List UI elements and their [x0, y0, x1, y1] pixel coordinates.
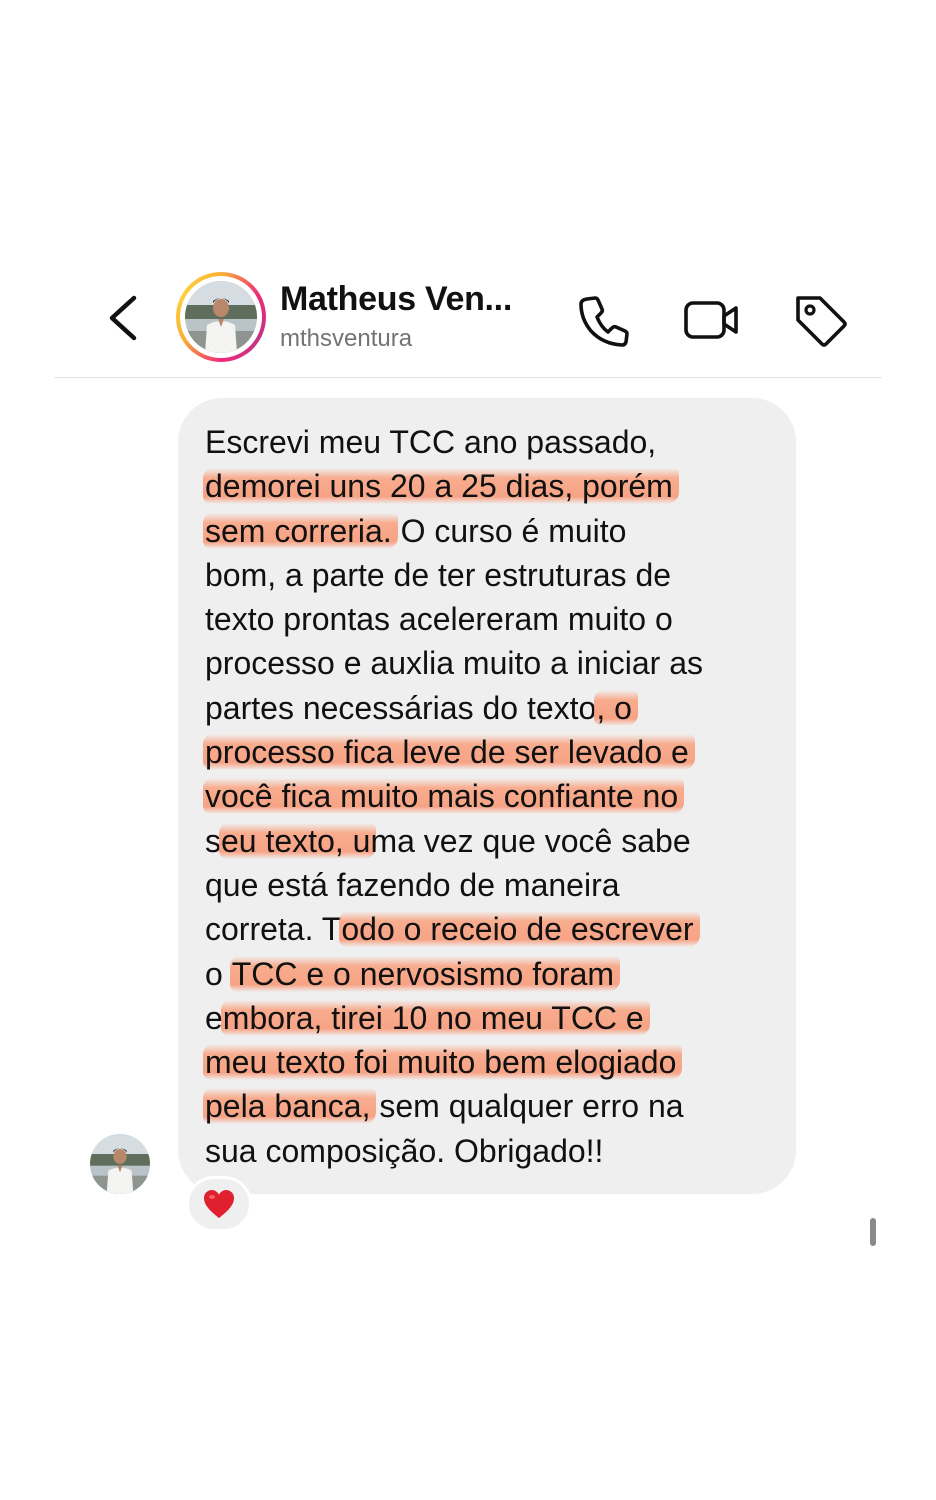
highlighted-text: demorei uns 20 a 25 dias, porém: [203, 468, 679, 505]
message-text-segment: o: [205, 955, 232, 992]
message-text-segment: sem qualquer erro na: [370, 1088, 684, 1125]
tag-icon: [796, 296, 847, 347]
message-line: seu texto, uma vez que você sabe: [205, 819, 776, 863]
message-line: sua composição. Obrigado!!: [205, 1129, 776, 1173]
voice-call-button[interactable]: [574, 290, 634, 350]
message-text-segment: bom, a parte de ter estruturas de: [205, 556, 672, 593]
highlighted-text: você fica muito mais confiante no: [203, 778, 685, 815]
message-text: Escrevi meu TCC ano passado, demorei uns …: [203, 420, 776, 1173]
profile-avatar[interactable]: [176, 272, 266, 362]
message-text-segment: Escrevi meu TCC ano passado,: [205, 424, 657, 460]
message-line: processo fica leve de ser levado e: [203, 730, 776, 774]
message-text-segment: O curso é muito: [391, 512, 627, 549]
highlighted-text: TCC e o nervosismo foram: [229, 955, 621, 992]
tag-button[interactable]: [790, 290, 850, 350]
contact-username: mthsventura: [280, 325, 413, 352]
back-button[interactable]: [102, 292, 146, 344]
highlighted-text: eu texto, u: [219, 822, 377, 859]
contact-display-name: Matheus Ven...: [280, 280, 512, 318]
phone-icon: [579, 296, 629, 347]
header-divider: [54, 377, 882, 378]
message-line: demorei uns 20 a 25 dias, porém: [203, 464, 776, 508]
message-line: pela banca, sem qualquer erro na: [203, 1084, 776, 1128]
message-reaction[interactable]: [186, 1176, 252, 1232]
message-line: partes necessárias do texto, o: [205, 686, 776, 730]
message-line: processo e auxlia muito a iniciar as: [205, 641, 776, 685]
message-text-segment: partes necessárias do texto: [205, 689, 597, 726]
sender-avatar[interactable]: [90, 1134, 150, 1194]
message-line: bom, a parte de ter estruturas de: [205, 553, 776, 597]
message-line: texto prontas acelereram muito o: [205, 597, 776, 641]
highlighted-text: sem correria.: [203, 512, 398, 549]
message-line: meu texto foi muito bem elogiado: [203, 1040, 776, 1084]
video-camera-icon: [684, 301, 738, 339]
highlighted-text: odo o receio de escrever: [339, 911, 700, 948]
highlighted-text: pela banca,: [203, 1088, 377, 1125]
message-text-segment: correta. T: [205, 911, 342, 948]
scrollbar[interactable]: [870, 1218, 876, 1246]
highlighted-text: mbora, tirei 10 no meu TCC e: [220, 999, 650, 1036]
video-call-button[interactable]: [682, 290, 742, 350]
message-text-segment: sua composição. Obrigado!!: [205, 1132, 604, 1169]
message-text-segment: que está fazendo de maneira: [205, 866, 620, 903]
chat-header: Matheus Ven... mthsventura: [0, 262, 936, 378]
contact-title[interactable]: Matheus Ven... mthsventura: [280, 280, 570, 353]
message-line: sem correria. O curso é muito: [203, 509, 776, 553]
message-text-segment: processo e auxlia muito a iniciar as: [205, 645, 704, 682]
chevron-left-icon: [109, 295, 137, 341]
avatar-photo: [185, 281, 257, 353]
message-line: embora, tirei 10 no meu TCC e: [205, 996, 776, 1040]
highlighted-text: meu texto foi muito bem elogiado: [203, 1044, 683, 1081]
message-line: correta. Todo o receio de escrever: [205, 907, 776, 951]
message-line: Escrevi meu TCC ano passado,: [205, 420, 776, 464]
message-text-segment: texto prontas acelereram muito o: [205, 601, 673, 638]
message-line: você fica muito mais confiante no: [203, 774, 776, 818]
message-line: o TCC e o nervosismo foram: [205, 952, 776, 996]
heart-icon: [204, 1190, 234, 1218]
message-line: que está fazendo de maneira: [205, 863, 776, 907]
highlighted-text: , o: [594, 689, 638, 726]
message-text-segment: ma vez que você sabe: [370, 822, 691, 859]
message-bubble[interactable]: Escrevi meu TCC ano passado, demorei uns …: [178, 398, 796, 1194]
highlighted-text: processo fica leve de ser levado e: [203, 734, 695, 771]
